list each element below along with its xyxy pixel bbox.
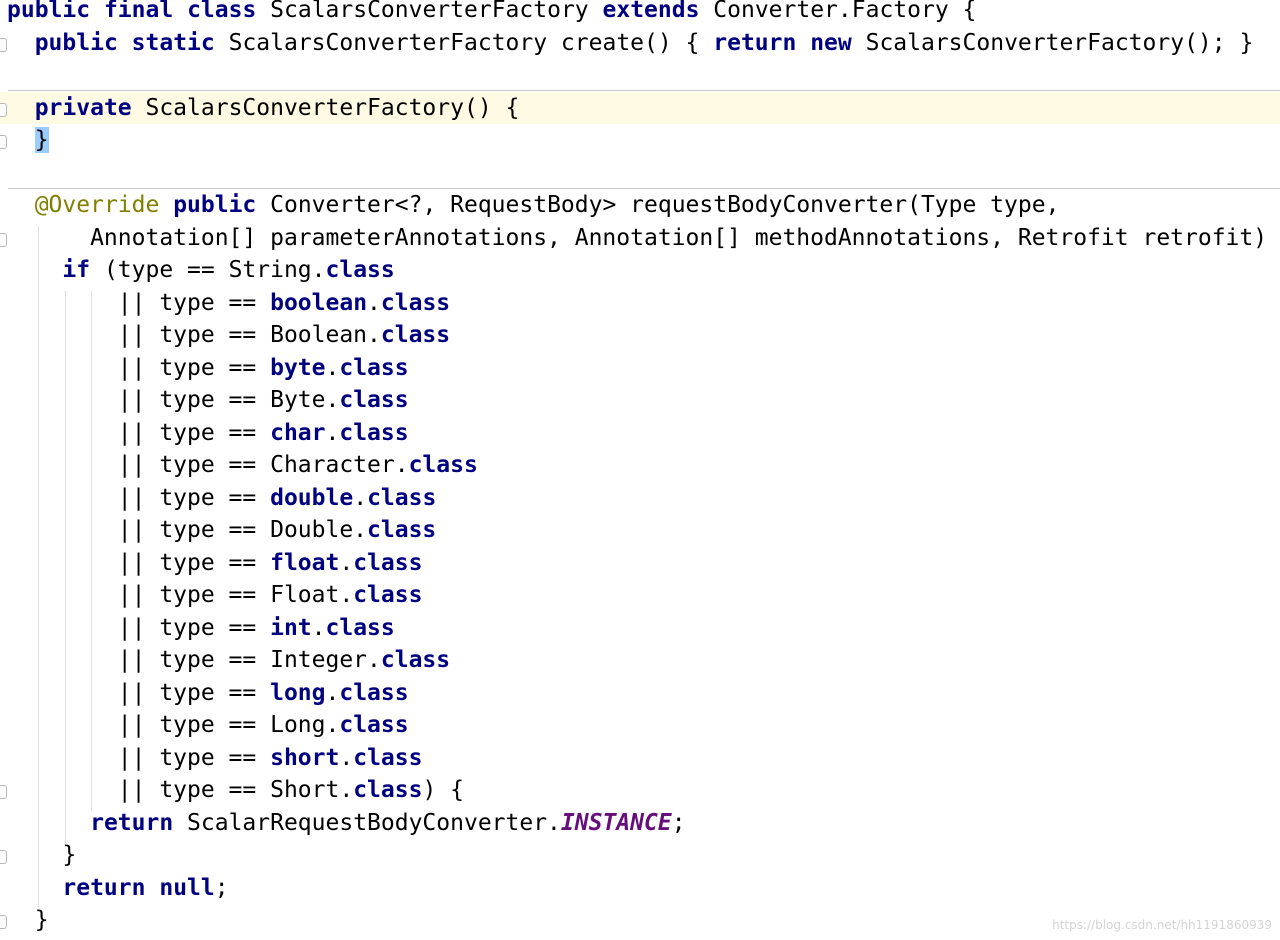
code-line[interactable]: || type == float.class xyxy=(0,547,1280,580)
code-line[interactable]: } xyxy=(0,839,1280,872)
code-line[interactable]: || type == Character.class xyxy=(0,449,1280,482)
code-line[interactable]: || type == short.class xyxy=(0,742,1280,775)
watermark: https://blog.csdn.net/hh1191860939 xyxy=(1052,918,1272,932)
code-line-text: || type == char.class xyxy=(7,419,409,446)
fold-marker-icon[interactable] xyxy=(0,850,7,864)
code-line[interactable]: || type == Double.class xyxy=(0,514,1280,547)
code-line-text: || type == Short.class) { xyxy=(7,777,464,803)
code-line[interactable]: || type == Short.class) { xyxy=(0,774,1280,807)
code-line[interactable]: || type == boolean.class xyxy=(0,287,1280,320)
code-line[interactable]: || type == Float.class xyxy=(0,579,1280,612)
fold-marker-icon[interactable] xyxy=(0,135,7,149)
fold-marker-icon[interactable] xyxy=(0,102,7,117)
code-line-text: || type == short.class xyxy=(7,744,423,771)
code-line[interactable]: || type == byte.class xyxy=(0,352,1280,385)
code-line[interactable]: @Override public Converter<?, RequestBod… xyxy=(0,189,1280,222)
code-line-text: || type == double.class xyxy=(7,484,437,511)
code-line[interactable]: || type == Boolean.class xyxy=(0,319,1280,352)
fold-marker-icon[interactable] xyxy=(0,232,7,247)
code-line-text: || type == long.class xyxy=(7,679,409,706)
fold-marker-icon[interactable] xyxy=(0,37,7,52)
code-line-text: || type == Boolean.class xyxy=(7,322,451,348)
fold-marker-icon[interactable] xyxy=(0,915,7,929)
code-line[interactable]: return null; xyxy=(0,872,1280,905)
indent-guide xyxy=(91,290,93,811)
code-line-text: public static ScalarsConverterFactory cr… xyxy=(34,29,1254,56)
indent-guide xyxy=(64,290,66,843)
code-line-text: || type == float.class xyxy=(7,549,423,576)
code-line-text: public final class ScalarsConverterFacto… xyxy=(7,0,977,23)
code-line-text: || type == Long.class xyxy=(7,712,409,738)
code-line-text: || type == Byte.class xyxy=(7,387,409,413)
code-line-text: || type == Character.class xyxy=(7,452,478,478)
code-line[interactable]: || type == double.class xyxy=(0,482,1280,515)
code-line[interactable]: Annotation[] parameterAnnotations, Annot… xyxy=(0,222,1280,255)
code-line[interactable] xyxy=(0,157,1280,190)
code-line-text: || type == Float.class xyxy=(7,582,423,608)
code-line-text: } xyxy=(34,127,49,153)
code-line-text: || type == byte.class xyxy=(7,354,409,381)
code-line-text: || type == Integer.class xyxy=(7,647,451,673)
code-editor[interactable]: public final class ScalarsConverterFacto… xyxy=(0,0,1280,940)
code-line[interactable]: || type == long.class xyxy=(0,677,1280,710)
indent-guide xyxy=(37,225,39,908)
code-line[interactable]: } xyxy=(0,124,1280,157)
code-line-text: @Override public Converter<?, RequestBod… xyxy=(34,192,1060,218)
code-line-text: if (type == String.class xyxy=(62,257,395,283)
code-line-text: return null; xyxy=(62,874,229,901)
code-line[interactable]: || type == Integer.class xyxy=(0,644,1280,677)
code-line[interactable]: private ScalarsConverterFactory() { xyxy=(0,91,1280,124)
code-line-text: } xyxy=(7,907,49,933)
code-line[interactable]: public final class ScalarsConverterFacto… xyxy=(0,0,1280,27)
code-line[interactable]: || type == Byte.class xyxy=(0,384,1280,417)
code-line[interactable]: || type == char.class xyxy=(0,417,1280,450)
code-line-text: } xyxy=(7,842,77,868)
code-line[interactable]: public static ScalarsConverterFactory cr… xyxy=(0,27,1280,60)
code-line[interactable]: return ScalarRequestBodyConverter.INSTAN… xyxy=(0,807,1280,840)
code-line-text: Annotation[] parameterAnnotations, Annot… xyxy=(7,224,1280,251)
code-line-text: || type == Double.class xyxy=(7,517,437,543)
code-line-text: private ScalarsConverterFactory() { xyxy=(34,94,520,121)
code-line[interactable]: || type == int.class xyxy=(0,612,1280,645)
code-line-text: || type == boolean.class xyxy=(7,289,451,316)
code-line[interactable] xyxy=(0,59,1280,92)
code-line[interactable]: || type == Long.class xyxy=(0,709,1280,742)
fold-marker-icon[interactable] xyxy=(0,785,7,799)
code-line-text: return ScalarRequestBodyConverter.INSTAN… xyxy=(90,809,686,836)
code-line[interactable]: if (type == String.class xyxy=(0,254,1280,287)
